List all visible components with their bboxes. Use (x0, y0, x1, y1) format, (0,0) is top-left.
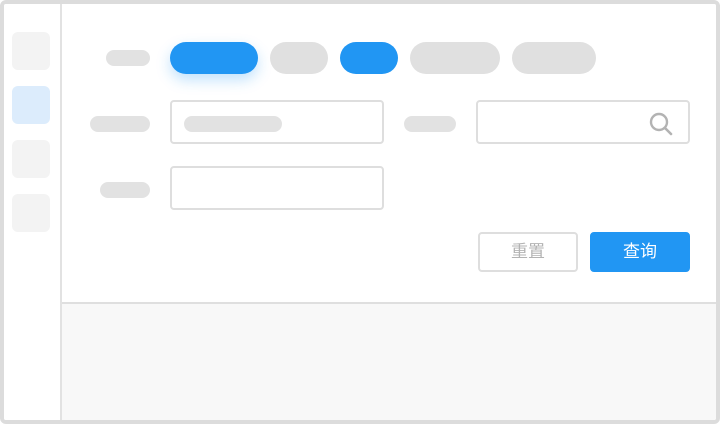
filter-row-2-label (90, 116, 150, 132)
input-value-placeholder (184, 116, 282, 132)
filter-text-input[interactable] (170, 100, 384, 144)
reset-button[interactable]: 重置 (478, 232, 578, 272)
filter-chip-4[interactable] (410, 42, 500, 74)
filter-row-3-label (100, 182, 150, 198)
filter-chip-1-selected[interactable] (170, 42, 258, 74)
sidebar-item-2-active[interactable] (12, 86, 50, 124)
filter-panel: 重置 查询 (62, 4, 716, 304)
main-content: 重置 查询 (62, 4, 716, 420)
search-input[interactable] (476, 100, 690, 144)
sidebar-item-3[interactable] (12, 140, 50, 178)
filter-text-input-2[interactable] (170, 166, 384, 210)
filter-chip-2[interactable] (270, 42, 328, 74)
filter-chip-3-selected[interactable] (340, 42, 398, 74)
query-button[interactable]: 查询 (590, 232, 690, 272)
search-icon[interactable] (648, 111, 674, 137)
sidebar (4, 4, 62, 420)
filter-row-2-second-label (404, 116, 456, 132)
sidebar-item-1[interactable] (12, 32, 50, 70)
filter-row-1-label (106, 50, 150, 66)
app-window: 重置 查询 (0, 0, 720, 424)
sidebar-item-4[interactable] (12, 194, 50, 232)
results-area (62, 304, 716, 420)
filter-chip-5[interactable] (512, 42, 596, 74)
